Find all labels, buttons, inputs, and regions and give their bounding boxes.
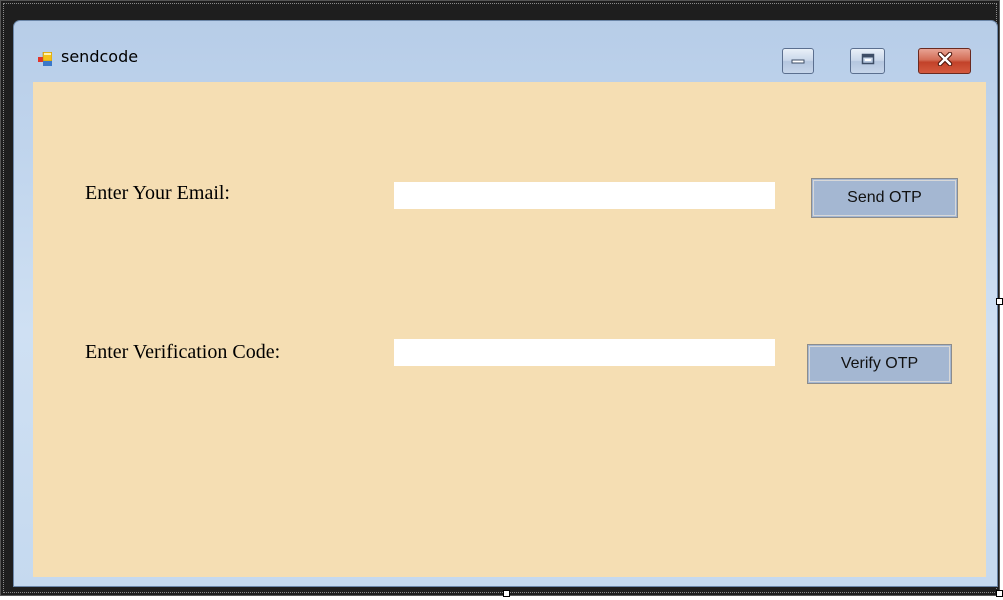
resize-handle-corner[interactable]	[996, 590, 1003, 597]
resize-handle-bottom[interactable]	[503, 590, 510, 597]
resize-handle-right[interactable]	[996, 298, 1003, 305]
form-window: sendcode Enter Your Email: Send OTP Ente…	[13, 20, 998, 587]
form-client-area: Enter Your Email: Send OTP Enter Verific…	[33, 82, 986, 577]
send-otp-button[interactable]: Send OTP	[811, 178, 958, 218]
window-title: sendcode	[61, 47, 139, 66]
email-input[interactable]	[394, 182, 775, 209]
email-label: Enter Your Email:	[85, 182, 230, 204]
close-button[interactable]	[918, 48, 971, 74]
minimize-button[interactable]	[782, 48, 814, 74]
verify-otp-button[interactable]: Verify OTP	[807, 344, 952, 384]
maximize-button[interactable]	[850, 48, 885, 74]
verification-code-input[interactable]	[394, 339, 775, 366]
maximize-icon	[861, 52, 875, 70]
title-bar[interactable]: sendcode	[14, 21, 997, 83]
winforms-app-icon	[38, 51, 53, 66]
verification-code-label: Enter Verification Code:	[85, 341, 281, 363]
minimize-icon	[791, 52, 805, 70]
close-icon	[937, 51, 953, 71]
